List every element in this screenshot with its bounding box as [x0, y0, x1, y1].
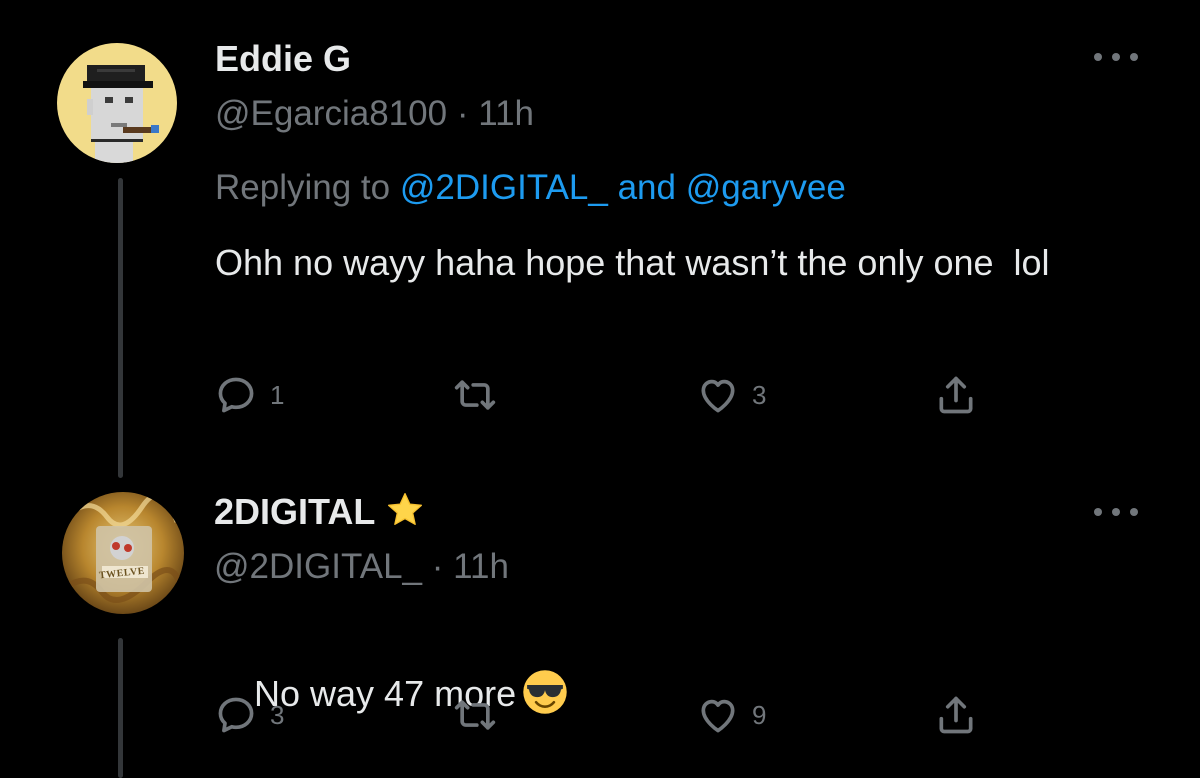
share-button[interactable] — [934, 690, 978, 740]
tweet-meta: @Egarcia8100 · 11h — [215, 94, 534, 134]
replying-and: and — [617, 168, 676, 207]
share-icon — [939, 696, 973, 734]
avatar[interactable]: TWELVE — [62, 492, 184, 614]
heart-icon — [701, 699, 735, 733]
mention-link[interactable]: @garyvee — [686, 168, 846, 207]
replying-prefix: Replying to — [215, 168, 391, 207]
reply-count: 3 — [270, 699, 285, 730]
retweet-icon — [454, 380, 496, 410]
like-count: 9 — [752, 699, 767, 730]
tweet-meta: @2DIGITAL_ · 11h — [214, 547, 509, 587]
more-dot-icon — [1094, 53, 1102, 61]
like-count: 3 — [752, 379, 767, 410]
reply-count: 1 — [270, 379, 285, 410]
mention-link[interactable]: @2DIGITAL_ — [400, 168, 608, 207]
share-icon — [939, 376, 973, 414]
product-photo-avatar-icon — [62, 492, 184, 614]
retweet-icon — [454, 700, 496, 730]
reply-icon — [218, 697, 254, 733]
more-dot-icon — [1112, 508, 1120, 516]
retweet-button[interactable] — [450, 370, 512, 420]
tweet-timestamp[interactable]: 11h — [478, 94, 534, 133]
meta-separator: · — [456, 94, 469, 133]
replying-to: Replying to @2DIGITAL_ and @garyvee — [215, 168, 846, 208]
reply-icon — [218, 377, 254, 413]
thread-line — [118, 178, 123, 478]
star-icon — [388, 493, 423, 525]
tweet[interactable]: Eddie G @Egarcia8100 · 11h Replying to @… — [0, 0, 1200, 478]
more-dot-icon — [1112, 53, 1120, 61]
more-dot-icon — [1130, 53, 1138, 61]
more-dot-icon — [1094, 508, 1102, 516]
tweet-actions: 1 3 — [214, 370, 1014, 420]
tweet-actions: 3 9 — [214, 690, 1014, 740]
reply-button[interactable]: 3 — [214, 690, 284, 740]
author-name[interactable]: Eddie G — [215, 38, 351, 80]
more-options-button[interactable] — [1094, 505, 1138, 517]
punk-avatar-icon — [57, 43, 177, 163]
author-handle[interactable]: @2DIGITAL_ — [214, 547, 422, 586]
avatar[interactable] — [57, 43, 177, 163]
tweet-text: Ohh no wayy haha hope that wasn’t the on… — [215, 242, 1050, 283]
thread-line — [118, 638, 123, 778]
retweet-button[interactable] — [450, 690, 512, 740]
like-button[interactable]: 3 — [696, 370, 766, 420]
meta-separator: · — [431, 547, 444, 586]
like-button[interactable]: 9 — [696, 690, 766, 740]
heart-icon — [701, 379, 735, 413]
more-options-button[interactable] — [1094, 50, 1138, 62]
author-name[interactable]: 2DIGITAL — [214, 491, 375, 532]
share-button[interactable] — [934, 370, 978, 420]
author-name-row: 2DIGITAL — [214, 490, 425, 533]
tweet[interactable]: TWELVE 2DIGITAL @2DIGITAL_ · 11h No way … — [0, 470, 1200, 778]
reply-button[interactable]: 1 — [214, 370, 284, 420]
tweet-timestamp[interactable]: 11h — [453, 547, 509, 586]
author-handle[interactable]: @Egarcia8100 — [215, 94, 447, 133]
more-dot-icon — [1130, 508, 1138, 516]
